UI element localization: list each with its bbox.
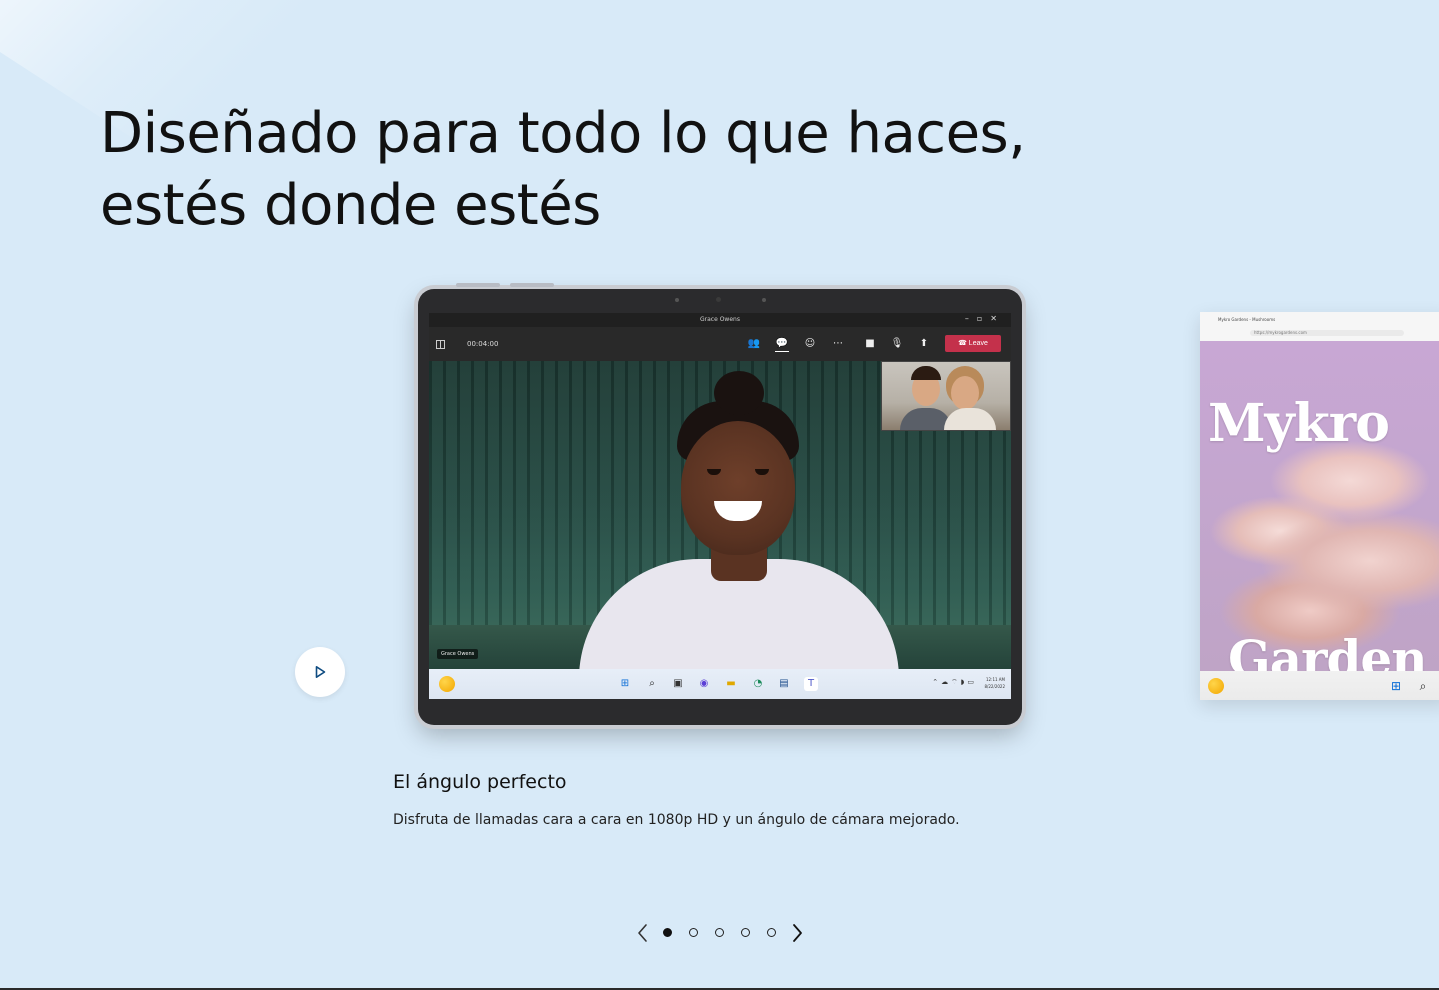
headline-line-1: Diseñado para todo lo que haces, [100,101,1026,166]
picture-in-picture-video [881,361,1011,431]
next-slide-preview[interactable]: Mykro Gardens - Mushrooms https://mykrog… [1200,312,1439,700]
share-screen-icon: ⬆ [919,338,929,349]
carousel-prev-button[interactable] [634,922,652,944]
teams-app-icon: T [804,677,818,691]
page-headline: Diseñado para todo lo que haces, estés d… [100,98,1100,242]
page: Diseñado para todo lo que haces, estés d… [0,0,1439,990]
carousel-dot-4[interactable] [741,928,750,937]
windows-start-icon: ⊞ [620,678,630,689]
teams-call-toolbar: 00:04:00 👥 💬 ☺ ⋯ ■ 🎙 ⬆ ☎ Leave [429,327,1011,361]
pip-person-face [951,376,979,410]
tablet-sensor [675,298,679,302]
chevron-left-icon [638,924,647,942]
hangup-icon: ☎ [958,340,969,347]
peek-title-line-1: Mykro [1208,393,1390,454]
system-tray-icon: ⌃☁⌔◗▭ [932,678,977,686]
carousel-next-button[interactable] [788,922,806,944]
leave-call-button: ☎ Leave [945,335,1001,352]
clock-date: 8/22/2022 [984,684,1005,689]
carousel-dot-1[interactable] [663,928,672,937]
layout-grid-icon [436,340,445,349]
slide-description: Disfruta de llamadas cara a cara en 1080… [393,812,960,828]
taskbar-clock: 12:11 AM 8/22/2022 [981,676,1005,690]
teams-titlebar: Grace Owens –▫✕ [429,313,1011,327]
carousel-navigation [634,920,810,946]
play-video-button[interactable] [295,647,345,697]
leave-label: Leave [968,340,988,347]
participant-face [681,421,795,555]
carousel-dot-3[interactable] [715,928,724,937]
windows-start-icon: ⊞ [1390,679,1402,693]
window-controls-icon: –▫✕ [964,314,1005,323]
carousel-dot-2[interactable] [689,928,698,937]
mushroom-garden-image: Mykro Garden [1200,341,1439,688]
clock-time: 12:11 AM [986,677,1005,682]
headline-line-2: estés donde estés [100,173,601,238]
edge-browser-icon: ◔ [753,678,763,689]
windows-taskbar: ⊞ ⌕ ▣ ◉ ▬ ◔ ▤ T ⌃☁⌔◗▭ 12:11 AM 8/22/2022 [429,669,1011,699]
file-explorer-icon: ▬ [726,678,736,689]
play-icon [315,666,326,678]
call-timer: 00:04:00 [467,340,499,348]
tablet-screen: Grace Owens –▫✕ 00:04:00 👥 💬 ☺ ⋯ ■ 🎙 ⬆ ☎… [429,313,1011,699]
task-view-icon: ▣ [673,678,683,689]
people-icon: 👥 [747,338,761,349]
tablet-button [510,283,554,287]
tablet-button [456,283,500,287]
search-icon: ⌕ [1419,679,1427,693]
slide-title: El ángulo perfecto [393,771,567,793]
tablet-sensor [762,298,766,302]
chat-icon: 💬 [775,337,789,352]
teams-window-title: Grace Owens [700,316,740,323]
chat-app-icon: ◉ [699,678,709,689]
more-icon: ⋯ [833,338,843,349]
carousel-dot-5[interactable] [767,928,776,937]
browser-tab-title: Mykro Gardens - Mushrooms [1218,317,1276,322]
browser-bar: Mykro Gardens - Mushrooms https://mykrog… [1200,312,1439,342]
store-icon: ▤ [779,678,789,689]
chevron-right-icon [793,924,802,942]
tablet-camera [716,297,721,302]
pip-person-shirt [944,408,996,430]
surface-tablet-image: Grace Owens –▫✕ 00:04:00 👥 💬 ☺ ⋯ ■ 🎙 ⬆ ☎… [418,283,1022,725]
browser-url: https://mykrogardens.com [1250,330,1404,336]
pip-person-hair [911,366,941,380]
weather-icon [439,676,455,692]
search-icon: ⌕ [649,678,655,689]
participant-hair-bun [714,371,764,415]
mic-icon: 🎙 [890,338,904,349]
reactions-icon: ☺ [804,338,816,349]
weather-icon [1208,678,1224,694]
participant-name-tag: Grace Owens [437,649,479,659]
camera-icon: ■ [865,338,875,349]
main-video-feed: Grace Owens [429,361,1011,699]
peek-taskbar: ⊞ ⌕ [1200,671,1439,700]
